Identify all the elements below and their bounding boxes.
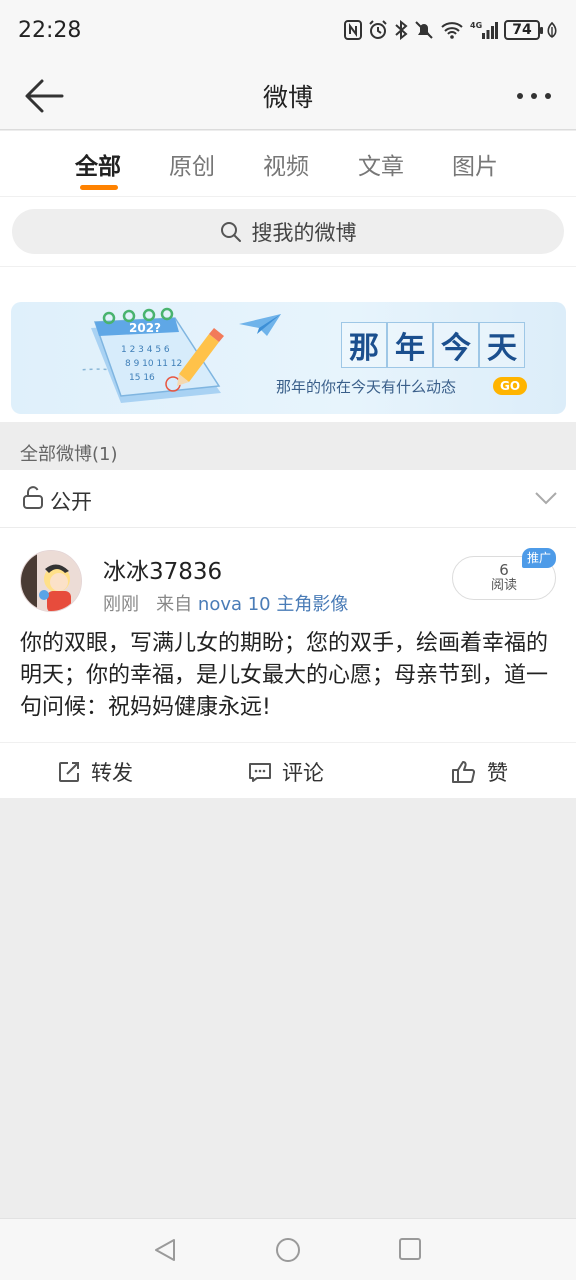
tab-all[interactable]: 全部 (75, 147, 121, 181)
leaf-icon (547, 21, 557, 38)
search-box[interactable]: 搜我的微博 (12, 209, 564, 254)
like-label: 赞 (487, 761, 508, 785)
comment-button[interactable]: 评论 (248, 757, 324, 787)
tab-article[interactable]: 文章 (358, 147, 404, 181)
post-source-link[interactable]: nova 10 主角影像 (198, 594, 348, 615)
banner-char-2: 年 (387, 322, 433, 368)
banner-char-1: 那 (341, 322, 387, 368)
post-content: 你的双眼，写满儿女的期盼；您的双手，绘画着幸福的明天；你的幸福，是儿女最大的心愿… (20, 631, 549, 720)
post-card[interactable]: 冰冰37836 刚刚 来自 nova 10 主角影像 6 阅读 推广 你的双眼，… (0, 528, 576, 798)
paper-plane-icon (239, 314, 281, 336)
nfc-icon (344, 20, 362, 40)
post-username[interactable]: 冰冰37836 (103, 552, 222, 586)
thumbs-up-icon (452, 761, 476, 783)
banner-char-3: 今 (433, 322, 479, 368)
status-icons: 4G 74 (344, 20, 558, 40)
privacy-label: 公开 (50, 490, 92, 514)
calendar-illustration-icon: 202? 1 2 3 4 5 6 8 9 10 11 12 15 16 (81, 307, 224, 403)
post-source-prefix: 来自 (156, 594, 193, 615)
status-bar: 22:28 4G 74 (0, 0, 576, 62)
bluetooth-icon (395, 20, 408, 40)
svg-text:8 9 10 11 12: 8 9 10 11 12 (125, 359, 182, 369)
more-dots-icon[interactable] (514, 78, 554, 114)
filter-tabs: 全部 原创 视频 文章 图片 (0, 131, 576, 197)
post-count-label: 全部微博(1) (20, 444, 118, 465)
post-time: 刚刚 (103, 594, 139, 615)
svg-text:1 2 3 4 5 6: 1 2 3 4 5 6 (121, 345, 170, 355)
avatar-image (21, 551, 81, 611)
status-time: 22:28 (18, 18, 82, 43)
memory-banner[interactable]: 202? 1 2 3 4 5 6 8 9 10 11 12 15 16 那 年 … (11, 302, 566, 414)
page-title: 微博 (262, 83, 313, 112)
system-nav-bar (0, 1218, 576, 1280)
post-meta: 刚刚 来自 nova 10 主角影像 (103, 590, 348, 616)
wifi-icon (441, 22, 463, 39)
search-icon (220, 221, 241, 242)
comment-icon (249, 763, 271, 782)
avatar[interactable] (20, 550, 82, 612)
nav-home-icon[interactable] (275, 1237, 301, 1263)
post-actions: 转发 评论 赞 (0, 742, 576, 798)
chevron-down-icon[interactable] (534, 490, 558, 506)
promo-badge[interactable]: 推广 (522, 548, 557, 568)
banner-subtitle: 那年的你在今天有什么动态 (276, 378, 457, 396)
tab-image[interactable]: 图片 (452, 147, 498, 181)
calendar-year: 202? (129, 321, 161, 335)
battery-indicator: 74 (504, 20, 543, 40)
title-bar: 微博 (0, 62, 576, 130)
svg-text:15 16: 15 16 (129, 373, 155, 383)
like-button[interactable]: 赞 (451, 757, 508, 787)
comment-label: 评论 (282, 761, 324, 785)
alarm-icon (369, 20, 387, 39)
nav-recents-icon[interactable] (398, 1237, 422, 1261)
banner-go-button[interactable]: GO (493, 377, 527, 395)
privacy-filter[interactable]: 公开 (0, 470, 576, 528)
banner-title: 那 年 今 天 (341, 322, 525, 368)
search-label: 搜我的微博 (251, 220, 357, 245)
tab-video[interactable]: 视频 (263, 147, 309, 181)
banner-char-4: 天 (479, 322, 525, 368)
unlock-icon (23, 486, 43, 509)
search-section: 搜我的微博 (0, 197, 576, 267)
read-label: 阅读 (490, 578, 517, 593)
nav-back-icon[interactable] (152, 1237, 178, 1263)
mute-bell-icon (415, 21, 433, 39)
banner-section: 202? 1 2 3 4 5 6 8 9 10 11 12 15 16 那 年 … (0, 267, 576, 422)
repost-icon (59, 762, 79, 782)
repost-label: 转发 (91, 761, 133, 785)
svg-text:4G: 4G (470, 21, 482, 30)
tab-original[interactable]: 原创 (169, 147, 215, 181)
signal-4g-icon: 4G (470, 21, 498, 39)
active-tab-indicator (80, 185, 118, 190)
repost-button[interactable]: 转发 (57, 757, 133, 787)
post-count-header: 全部微博(1) (0, 422, 576, 470)
